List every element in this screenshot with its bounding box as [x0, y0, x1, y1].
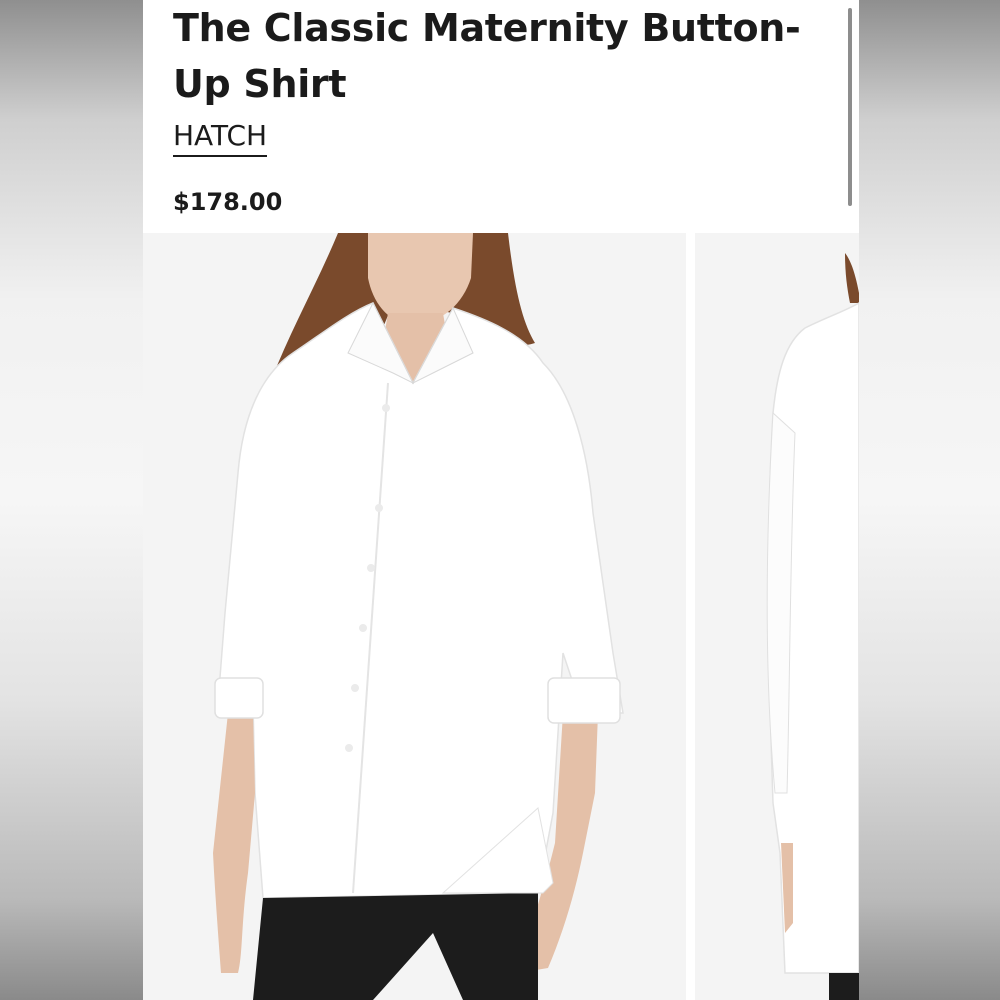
product-price: $178.00	[173, 188, 283, 216]
product-title: The Classic Maternity Button-Up Shirt	[173, 6, 801, 106]
scrollbar[interactable]	[848, 8, 852, 206]
product-image-gallery[interactable]	[143, 233, 859, 1000]
model-front-illustration	[143, 233, 686, 1000]
product-image-side[interactable]	[695, 233, 859, 1000]
blurred-background-right	[859, 0, 1000, 1000]
product-page: The Classic Maternity Button-Up Shirt HA…	[143, 0, 859, 1000]
model-side-illustration	[695, 233, 859, 1000]
blurred-background-left	[0, 0, 143, 1000]
brand-link[interactable]: HATCH	[173, 118, 268, 157]
product-header: The Classic Maternity Button-Up Shirt HA…	[143, 0, 859, 233]
product-image-front[interactable]	[143, 233, 686, 1000]
